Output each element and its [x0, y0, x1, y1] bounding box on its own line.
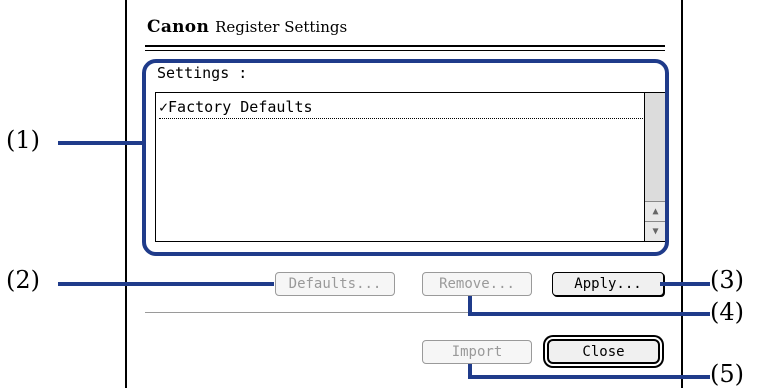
callout-3-line — [660, 282, 710, 286]
callout-4-label: (4) — [710, 298, 744, 326]
dialog-title-row: Canon Register Settings — [147, 17, 347, 41]
title-rule — [145, 45, 665, 47]
callout-5-label: (5) — [710, 360, 744, 388]
defaults-button[interactable]: Defaults... — [275, 272, 395, 296]
remove-button[interactable]: Remove... — [422, 272, 532, 296]
import-button[interactable]: Import — [422, 340, 532, 364]
callout-2-label: (2) — [6, 266, 40, 294]
callout-4-line — [468, 312, 710, 316]
callout-5-line — [468, 375, 710, 379]
callout-1-line — [58, 141, 144, 145]
title-rule-thin — [145, 50, 665, 51]
apply-button[interactable]: Apply... — [552, 272, 664, 296]
close-button[interactable]: Close — [547, 339, 660, 364]
canon-logo: Canon — [147, 17, 210, 37]
callout-2-line — [58, 282, 274, 286]
callout-1-label: (1) — [6, 126, 40, 154]
callout-1-highlight — [142, 59, 669, 256]
dialog-title: Register Settings — [215, 18, 348, 36]
callout-3-label: (3) — [710, 266, 744, 294]
